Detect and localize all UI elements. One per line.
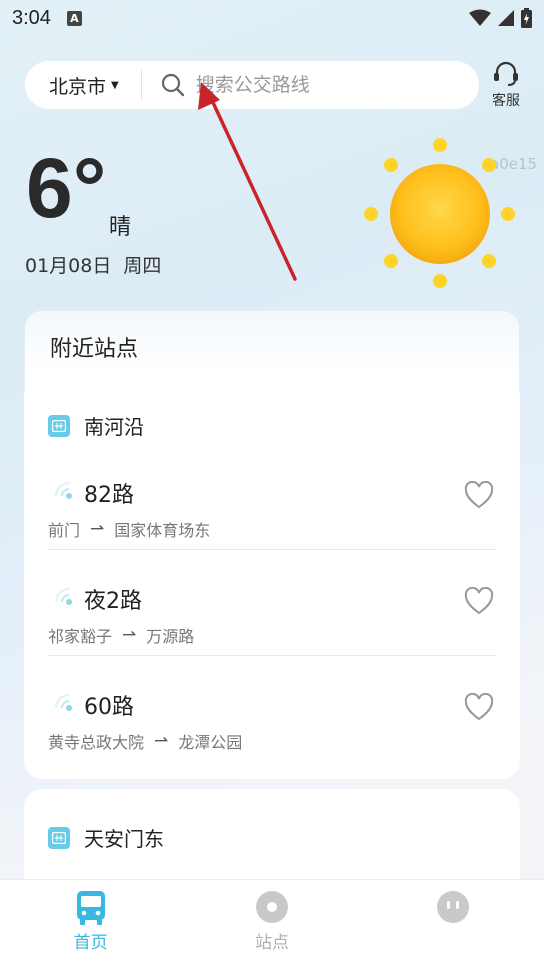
heart-icon[interactable] <box>464 693 494 721</box>
cellular-icon <box>498 10 514 26</box>
arrow-right-icon: ⇀ <box>154 731 169 751</box>
customer-service-button[interactable]: 客服 <box>484 60 528 110</box>
nearby-stops-card: 附近站点 南河沿 82路 前门 ⇀ 国家体育场东 夜2路 祁家豁子 ⇀ 万源路 … <box>24 310 520 779</box>
heart-icon[interactable] <box>464 481 494 509</box>
tab-stations[interactable]: 站点 <box>181 880 362 967</box>
route-from: 祁家豁子 <box>48 627 113 646</box>
profile-icon <box>437 891 470 923</box>
route-direction: 前门 ⇀ 国家体育场东 <box>48 517 210 541</box>
stop-sign-icon <box>48 414 70 437</box>
route-to: 龙潭公园 <box>178 733 243 752</box>
sun-icon <box>364 138 515 288</box>
route-row[interactable]: 夜2路 祁家豁子 ⇀ 万源路 <box>48 549 496 655</box>
bottom-tab-bar: 首页 站点 <box>0 879 544 967</box>
stop-header[interactable]: 天安门东 <box>48 823 164 852</box>
notification-icon: A <box>66 10 82 26</box>
route-to: 国家体育场东 <box>114 521 211 540</box>
realtime-signal-icon <box>55 588 72 605</box>
route-name: 夜2路 <box>84 589 142 614</box>
tab-label: 首页 <box>73 933 108 953</box>
status-time: 3:04 <box>12 6 51 29</box>
stop-header[interactable]: 南河沿 <box>48 411 144 440</box>
city-selector[interactable]: 北京市 ▼ <box>25 61 119 109</box>
route-to: 万源路 <box>146 627 195 646</box>
date-line: 01月08日 周四 <box>25 251 161 278</box>
stop-panel: 南河沿 82路 前门 ⇀ 国家体育场东 夜2路 祁家豁子 ⇀ 万源路 60路 黄… <box>24 379 520 779</box>
divider <box>48 549 496 550</box>
heart-icon[interactable] <box>464 587 494 615</box>
date: 01月08日 <box>25 255 112 277</box>
bus-icon <box>76 891 105 925</box>
weather-condition: 晴 <box>109 215 132 240</box>
arrow-right-icon: ⇀ <box>122 625 137 645</box>
wifi-icon <box>469 9 491 26</box>
tab-label: 站点 <box>254 933 289 953</box>
route-direction: 黄寺总政大院 ⇀ 龙潭公园 <box>48 729 242 753</box>
pin-icon <box>255 891 288 923</box>
caret-down-icon: ▼ <box>111 80 119 91</box>
temperature: 6° <box>26 141 107 235</box>
weekday: 周四 <box>123 255 162 277</box>
city-label: 北京市 <box>49 75 107 98</box>
divider <box>140 70 142 100</box>
battery-icon <box>521 8 532 28</box>
search-input[interactable] <box>195 74 436 96</box>
route-row[interactable]: 82路 前门 ⇀ 国家体育场东 <box>48 443 496 549</box>
realtime-signal-icon <box>55 694 72 711</box>
stop-name: 南河沿 <box>84 415 144 439</box>
tab-profile[interactable] <box>363 880 544 967</box>
route-direction: 祁家豁子 ⇀ 万源路 <box>48 623 194 647</box>
route-from: 前门 <box>48 521 81 540</box>
arrow-right-icon: ⇀ <box>90 519 105 539</box>
realtime-signal-icon <box>55 482 72 499</box>
route-row[interactable]: 60路 黄寺总政大院 ⇀ 龙潭公园 <box>48 655 496 761</box>
stop-name: 天安门东 <box>84 827 164 851</box>
divider <box>48 655 496 656</box>
route-name: 60路 <box>84 695 134 720</box>
status-bar: 3:04 A <box>0 0 544 36</box>
service-label: 客服 <box>492 93 520 109</box>
status-icons <box>469 8 532 28</box>
route-name: 82路 <box>84 483 134 508</box>
route-from: 黄寺总政大院 <box>48 733 145 752</box>
nearby-title: 附近站点 <box>50 337 139 362</box>
tab-home[interactable]: 首页 <box>0 880 181 967</box>
headset-icon <box>494 61 518 86</box>
search-bar: 北京市 ▼ <box>25 61 479 109</box>
search-icon[interactable] <box>160 72 186 98</box>
stop-sign-icon <box>48 826 70 849</box>
